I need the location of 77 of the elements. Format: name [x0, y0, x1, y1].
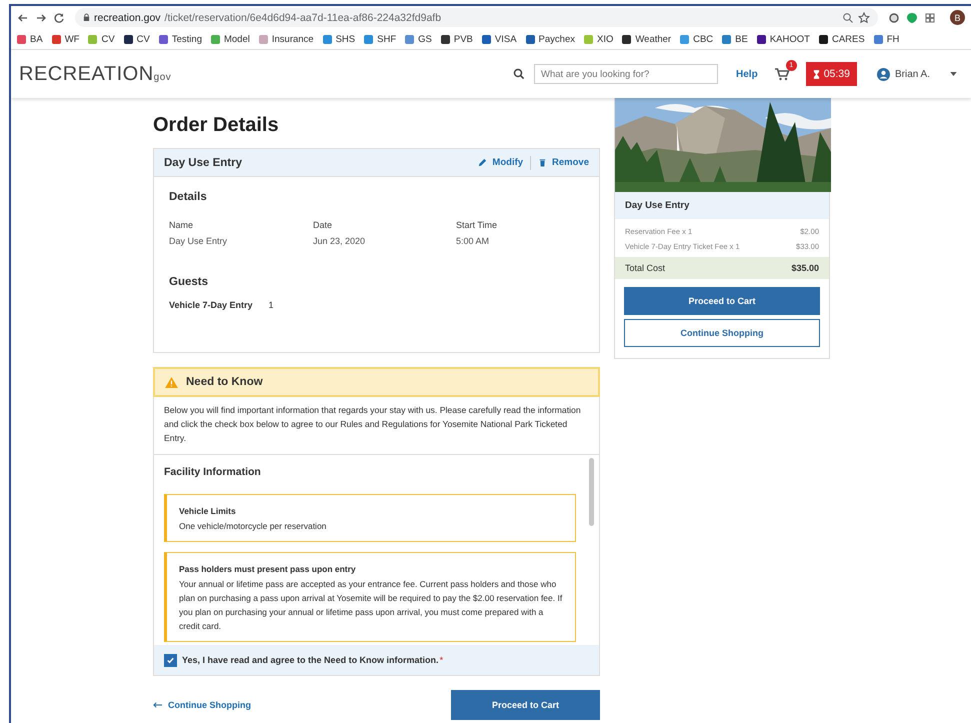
proceed-to-cart-button[interactable]: Proceed to Cart [451, 690, 600, 720]
checkbox[interactable] [164, 654, 177, 666]
star-icon[interactable] [858, 12, 870, 24]
notice-title: Pass holders must present pass upon entry [179, 564, 357, 574]
action-link[interactable]: Remove [552, 157, 589, 168]
item-title: Day Use Entry [164, 156, 242, 168]
bookmark[interactable]: VISA [482, 34, 517, 44]
address-bar[interactable]: recreation.gov /ticket/reservation/6e4d6d94-aa7d-11ea-af86-224a32fd9afb [75, 8, 878, 27]
forward-icon[interactable] [35, 12, 47, 24]
field-value: Day Use Entry [169, 236, 228, 246]
guest-count: 1 [268, 300, 274, 310]
notice-title: Vehicle Limits [179, 506, 237, 516]
bookmark[interactable]: XIO [584, 34, 614, 44]
continue-shopping-button[interactable]: Continue Shopping [624, 319, 820, 347]
continue-shopping-link[interactable]: Continue Shopping [168, 700, 251, 710]
bookmark[interactable]: WF [52, 34, 80, 44]
bookmark[interactable]: BA [17, 34, 43, 44]
agree-label[interactable]: Yes, I have read and agree to the Need to Know information. [182, 655, 439, 665]
field-label: Date [313, 220, 334, 230]
bookmark[interactable]: SHF [364, 34, 396, 44]
bookmark[interactable]: CV [88, 34, 115, 44]
summary-title: Day Use Entry [615, 192, 829, 219]
help-link[interactable]: Help [736, 68, 758, 80]
bookmark[interactable]: Insurance [258, 34, 314, 44]
notice-text: Your annual or lifetime pass are accepted as your entrance fee. Current pass holders and those who plan on purchasing a pass upon arrival at Yosemite will be required to pay the $2.00 reservation fee. If you plan on purchasing your annual or lifetime pass upon arrival, you must come prepared with a credit card. [179, 578, 564, 633]
section-heading: Details [169, 191, 208, 203]
bookmark[interactable]: GS [405, 34, 432, 44]
proceed-to-cart-button[interactable]: Proceed to Cart [624, 287, 820, 315]
left-arrow-icon [153, 702, 162, 708]
user-name[interactable]: Brian A. [894, 68, 930, 80]
caret-icon[interactable] [950, 72, 957, 76]
reload-icon[interactable] [53, 12, 65, 24]
grid-icon[interactable] [924, 12, 936, 24]
scrollbar-thumb[interactable] [588, 458, 594, 526]
zoom-icon[interactable] [842, 12, 854, 24]
field-value: Jun 23, 2020 [313, 236, 366, 246]
section-heading: Guests [169, 276, 209, 288]
intro-text: Below you will find important information that regards your stay with us. Please carefully read the information and click the check box below to agree to our Rules and Regulations for Yosemite National Park Ticketed Entry. [154, 396, 599, 455]
warning-icon [165, 376, 178, 388]
timer-badge: 05:39 [806, 62, 857, 86]
bookmark[interactable]: Weather [622, 34, 672, 44]
profile-avatar[interactable]: B [950, 10, 965, 25]
lock-icon [83, 13, 90, 22]
section-heading: Facility Information [164, 466, 262, 478]
bookmark[interactable]: CARES [818, 34, 865, 44]
bookmark[interactable]: Model [210, 34, 250, 44]
bookmark[interactable]: CBC [680, 34, 714, 44]
bookmark[interactable]: KAHOOT [756, 34, 810, 44]
bookmark[interactable]: PVB [440, 34, 473, 44]
guest-type: Vehicle 7-Day Entry [169, 300, 253, 310]
trash-icon [538, 158, 548, 167]
bookmark[interactable]: BE [722, 34, 748, 44]
cart-icon[interactable] [774, 67, 790, 81]
action-link[interactable]: Modify [492, 157, 524, 168]
search-icon[interactable] [513, 68, 526, 80]
bookmark[interactable]: Testing [158, 34, 202, 44]
notice-text: One vehicle/motorcycle per reservation [179, 520, 328, 533]
total-amount: $35.00 [791, 263, 819, 273]
extension-icon[interactable] [888, 12, 900, 24]
pencil-icon [478, 158, 488, 167]
bookmark[interactable]: Paychex [526, 34, 575, 44]
bookmark[interactable]: SHS [322, 34, 356, 44]
page-title: Order Details [153, 114, 280, 137]
field-label: Start Time [456, 220, 498, 230]
field-value: 5:00 AM [456, 236, 490, 246]
panel-title: Need to Know [186, 376, 263, 388]
required-mark: * [440, 655, 444, 665]
bookmark[interactable]: FH [874, 34, 900, 44]
user-icon[interactable] [876, 68, 890, 80]
field-label: Name [169, 220, 194, 230]
total-label: Total Cost [625, 263, 666, 273]
search-field[interactable]: What are you looking for? [534, 64, 718, 84]
hourglass-icon [812, 70, 820, 78]
back-icon[interactable] [17, 12, 29, 24]
bookmark[interactable]: CV [124, 34, 150, 44]
check-icon [166, 656, 175, 664]
site-logo[interactable]: RECREATION gov [19, 62, 172, 86]
